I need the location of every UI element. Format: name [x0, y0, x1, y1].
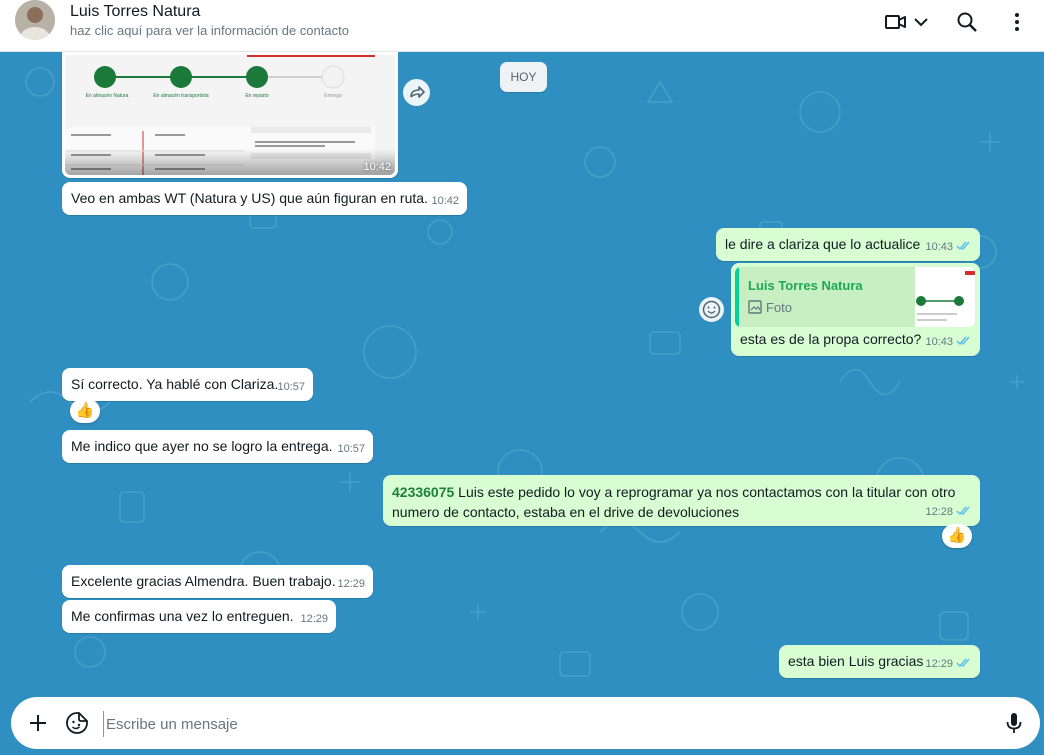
step-label: Entrega	[324, 93, 342, 99]
avatar[interactable]	[15, 0, 55, 40]
composer[interactable]	[11, 697, 1040, 749]
message-time: 10:42	[431, 195, 459, 207]
message-time: 10:42	[363, 161, 391, 173]
step-label: En almacén transportista	[153, 93, 209, 99]
menu-dots-icon[interactable]	[1005, 10, 1029, 34]
video-call-icon[interactable]	[884, 10, 908, 34]
message-text: esta es de la propa correcto?	[740, 331, 922, 347]
message-time: 10:57	[277, 381, 305, 393]
message-time: 12:29	[337, 578, 365, 590]
read-ticks-icon	[956, 241, 970, 251]
sticker-icon[interactable]	[64, 710, 90, 736]
reaction-badge[interactable]: 👍	[70, 399, 100, 423]
message-text: Me confirmas una vez lo entreguen.	[71, 608, 294, 624]
reaction-badge[interactable]: 👍	[942, 524, 972, 548]
incoming-message[interactable]: Me confirmas una vez lo entreguen. 12:29	[62, 600, 336, 633]
read-ticks-icon	[956, 506, 970, 516]
date-separator: HOY	[500, 62, 547, 92]
message-text: Sí correcto. Ya hablé con Clariza.	[71, 376, 279, 392]
read-ticks-icon	[956, 336, 970, 346]
message-time-status: 12:29	[925, 654, 972, 674]
image-message[interactable]: En almacén Natura En almacén transportis…	[62, 52, 398, 178]
outgoing-message[interactable]: le dire a clariza que lo actualice 10:43	[716, 228, 980, 261]
message-text: Veo en ambas WT (Natura y US) que aún fi…	[71, 190, 428, 206]
emoji-icon[interactable]	[699, 297, 724, 322]
chevron-down-icon[interactable]	[910, 10, 932, 34]
tracking-screenshot[interactable]: En almacén Natura En almacén transportis…	[65, 55, 395, 175]
chat-header: Luis Torres Natura haz clic aquí para ve…	[0, 0, 1044, 52]
photo-icon	[748, 300, 762, 314]
outgoing-message[interactable]: Luis Torres Natura Foto esta es de la pr…	[731, 263, 980, 356]
quote-thumbnail	[915, 267, 975, 327]
outgoing-message[interactable]: 42336075 Luis este pedido lo voy a repro…	[383, 475, 980, 526]
read-ticks-icon	[956, 658, 970, 668]
quote-accent-bar	[735, 267, 739, 327]
incoming-message[interactable]: Sí correcto. Ya hablé con Clariza. 10:57	[62, 368, 313, 401]
quoted-message[interactable]: Luis Torres Natura Foto	[735, 267, 975, 327]
message-time-status: 12:28	[925, 502, 972, 522]
message-time: 12:29	[300, 613, 328, 625]
message-time-status: 10:43	[925, 332, 972, 352]
incoming-message[interactable]: Veo en ambas WT (Natura y US) que aún fi…	[62, 182, 467, 215]
plus-icon[interactable]	[25, 710, 51, 736]
microphone-icon[interactable]	[1001, 710, 1027, 736]
contact-name[interactable]: Luis Torres Natura	[70, 3, 200, 21]
search-icon[interactable]	[955, 10, 979, 34]
message-input[interactable]	[103, 711, 988, 737]
quote-author: Luis Torres Natura	[748, 278, 863, 293]
message-time-status: 10:43	[925, 237, 972, 257]
incoming-message[interactable]: Excelente gracias Almendra. Buen trabajo…	[62, 565, 373, 598]
message-text: 42336075 Luis este pedido lo voy a repro…	[392, 484, 956, 520]
outgoing-message[interactable]: esta bien Luis gracias 12:29	[779, 645, 980, 678]
conversation-panel[interactable]: HOY En almacén Natura En almacén transpo…	[0, 52, 1044, 697]
order-number: 42336075	[392, 484, 455, 500]
message-text: esta bien Luis gracias	[788, 653, 924, 669]
incoming-message[interactable]: Me indico que ayer no se logro la entreg…	[62, 430, 373, 463]
composer-bar	[0, 697, 1044, 755]
quote-type: Foto	[748, 298, 792, 318]
contact-info-hint[interactable]: haz clic aquí para ver la información de…	[70, 23, 349, 38]
message-text: Me indico que ayer no se logro la entreg…	[71, 438, 333, 454]
message-text: le dire a clariza que lo actualice	[725, 236, 921, 252]
forward-icon[interactable]	[403, 79, 430, 106]
step-label: En almacén Natura	[85, 93, 129, 99]
message-time: 10:57	[337, 443, 365, 455]
step-label: En reparto	[245, 93, 269, 99]
message-text: Excelente gracias Almendra. Buen trabajo…	[71, 573, 336, 589]
